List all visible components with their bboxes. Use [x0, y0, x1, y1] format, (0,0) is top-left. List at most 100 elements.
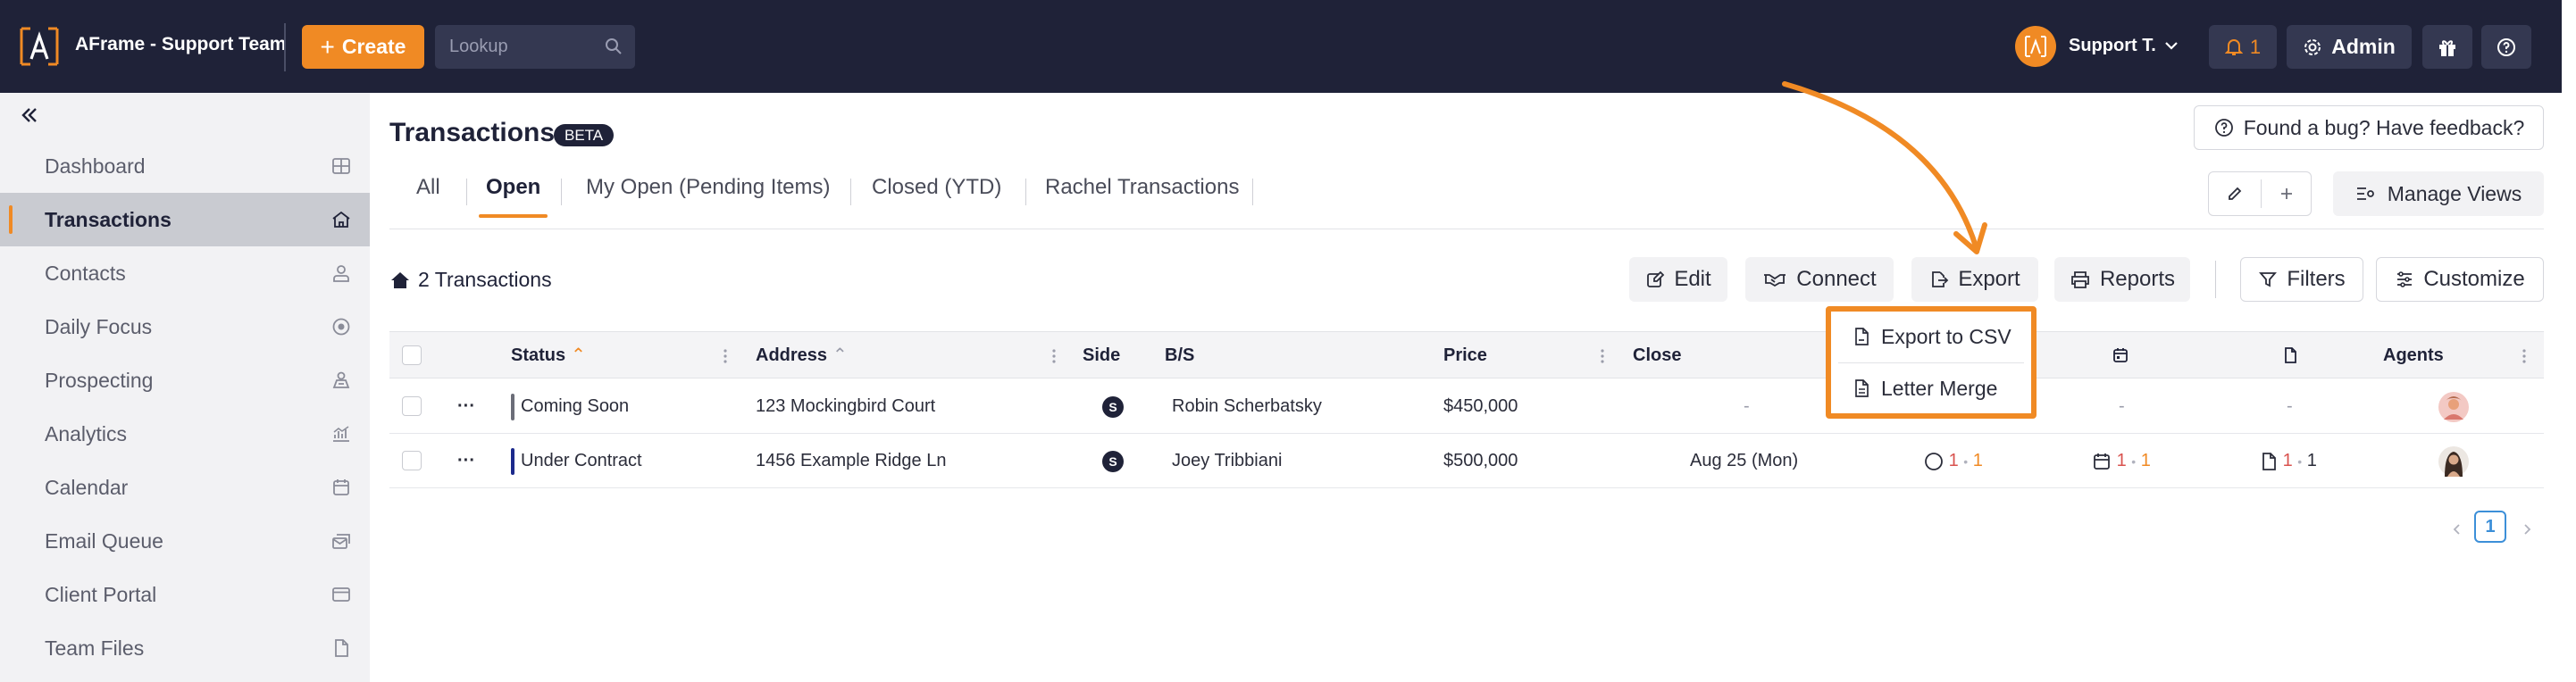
help-button[interactable]: [2481, 25, 2531, 69]
sidebar-item-label: Client Portal: [45, 582, 157, 606]
notifications-button[interactable]: 1: [2209, 25, 2277, 69]
docs-cell: -: [2287, 396, 2293, 416]
user-name[interactable]: Support T.: [2069, 36, 2156, 56]
close-cell: Aug 25 (Mon): [1690, 451, 1799, 470]
column-side[interactable]: Side: [1083, 332, 1120, 379]
manage-views-label: Manage Views: [2387, 181, 2522, 205]
bs-cell[interactable]: Joey Tribbiani: [1172, 434, 1282, 487]
tab-all[interactable]: All: [416, 175, 440, 214]
side-badge: S: [1102, 451, 1124, 472]
page-number-current[interactable]: 1: [2474, 511, 2506, 543]
export-menu: Export to CSV Letter Merge: [1826, 306, 2037, 419]
column-bs[interactable]: B/S: [1165, 332, 1194, 379]
address-cell[interactable]: 1456 Example Ridge Ln: [756, 434, 946, 487]
sidebar: Dashboard Transactions Contacts Daily Fo…: [0, 93, 370, 682]
pending-count: 1: [1972, 451, 1983, 470]
separator-dot: •: [1963, 454, 1969, 469]
row-actions-icon[interactable]: ···: [457, 379, 475, 433]
column-agents[interactable]: Agents: [2383, 332, 2444, 379]
column-close[interactable]: Close: [1633, 332, 1681, 379]
user-avatar[interactable]: [2015, 26, 2056, 67]
column-address[interactable]: Address ⌃: [756, 332, 848, 379]
sidebar-item-label: Analytics: [45, 421, 128, 445]
next-page-icon[interactable]: [2521, 523, 2533, 536]
chart-icon: [333, 426, 349, 442]
aframe-logo[interactable]: [20, 25, 59, 68]
column-status[interactable]: Status ⌃: [511, 332, 586, 379]
column-menu-icon[interactable]: [1601, 347, 1604, 365]
tab-rachel-transactions[interactable]: Rachel Transactions: [1045, 175, 1239, 214]
customize-label: Customize: [2423, 267, 2525, 291]
prev-page-icon[interactable]: [2451, 523, 2463, 536]
table-row[interactable]: ··· Coming Soon 123 Mockingbird Court S …: [389, 379, 2544, 434]
separator-dot: •: [2131, 454, 2137, 469]
grid-icon: [332, 158, 350, 174]
row-checkbox[interactable]: [402, 396, 422, 416]
export-to-csv-item[interactable]: Export to CSV: [1831, 312, 2031, 362]
price-cell: $500,000: [1443, 451, 1518, 470]
feedback-button[interactable]: Found a bug? Have feedback?: [2194, 105, 2544, 150]
gift-button[interactable]: [2422, 25, 2472, 69]
edit-button[interactable]: Edit: [1629, 257, 1727, 302]
reports-button[interactable]: Reports: [2054, 257, 2190, 302]
document-column-icon[interactable]: [2281, 346, 2299, 364]
bs-cell[interactable]: Robin Scherbatsky: [1172, 379, 1322, 433]
edit-label: Edit: [1674, 267, 1711, 291]
export-button[interactable]: Export: [1911, 257, 2038, 302]
column-menu-icon[interactable]: [723, 347, 727, 365]
tab-open[interactable]: Open: [478, 175, 548, 218]
manage-views-button[interactable]: Manage Views: [2333, 171, 2544, 216]
sidebar-item-dashboard[interactable]: Dashboard: [0, 139, 370, 193]
gift-icon: [2439, 39, 2455, 56]
admin-button[interactable]: Admin: [2287, 25, 2412, 69]
handshake-icon: [1764, 274, 1786, 287]
sidebar-item-contacts[interactable]: Contacts: [0, 246, 370, 300]
tab-my-open[interactable]: My Open (Pending Items): [586, 175, 830, 214]
address-cell[interactable]: 123 Mockingbird Court: [756, 379, 935, 433]
connect-button[interactable]: Connect: [1745, 257, 1894, 302]
column-price[interactable]: Price: [1443, 332, 1487, 379]
gear-icon: [2304, 38, 2321, 55]
agent-avatar[interactable]: [2438, 392, 2469, 422]
sliders-icon: [2397, 271, 2413, 287]
create-button[interactable]: + Create: [302, 25, 424, 69]
tab-closed-ytd[interactable]: Closed (YTD): [872, 175, 1001, 214]
edit-view-button[interactable]: [2209, 172, 2261, 215]
home-icon: [391, 271, 409, 288]
sidebar-item-calendar[interactable]: Calendar: [0, 461, 370, 514]
table-row[interactable]: ··· Under Contract 1456 Example Ridge Ln…: [389, 434, 2544, 488]
select-all-checkbox[interactable]: [402, 345, 422, 365]
app-title: AFrame - Support Team: [75, 34, 287, 54]
row-checkbox[interactable]: [402, 451, 422, 470]
search-icon[interactable]: [604, 37, 623, 56]
column-menu-icon[interactable]: [1052, 347, 1056, 365]
sidebar-item-analytics[interactable]: Analytics: [0, 407, 370, 461]
calendar-column-icon[interactable]: [2112, 346, 2129, 364]
customize-button[interactable]: Customize: [2376, 257, 2544, 302]
dates-cell[interactable]: 1 • 1: [2092, 434, 2151, 487]
sidebar-item-team-files[interactable]: Team Files: [0, 621, 370, 675]
sidebar-item-email-queue[interactable]: Email Queue: [0, 514, 370, 568]
column-menu-icon[interactable]: [2522, 347, 2526, 365]
csv-file-icon: [1855, 328, 1869, 345]
row-actions-icon[interactable]: ···: [457, 434, 475, 487]
filters-button[interactable]: Filters: [2240, 257, 2363, 302]
sidebar-item-transactions[interactable]: Transactions: [0, 193, 370, 246]
agent-avatar[interactable]: [2438, 446, 2469, 477]
sidebar-item-daily-focus[interactable]: Daily Focus: [0, 300, 370, 353]
column-label: Address: [756, 345, 828, 365]
sidebar-item-prospecting[interactable]: Prospecting: [0, 353, 370, 407]
tab-separator: [466, 179, 467, 205]
chevron-down-icon[interactable]: [2162, 36, 2181, 55]
status-color-bar: [511, 448, 514, 475]
add-view-button[interactable]: [2261, 172, 2313, 215]
docs-cell[interactable]: 1 • 1: [2260, 434, 2317, 487]
list-settings-icon: [2356, 187, 2374, 200]
sidebar-item-label: Daily Focus: [45, 314, 153, 338]
view-edit-group: [2208, 171, 2312, 216]
letter-merge-item[interactable]: Letter Merge: [1831, 363, 2031, 413]
tasks-cell[interactable]: 1 • 1: [1924, 434, 1983, 487]
pending-count: 1: [2306, 451, 2317, 470]
sidebar-item-client-portal[interactable]: Client Portal: [0, 568, 370, 621]
collapse-sidebar-icon[interactable]: [18, 104, 41, 127]
